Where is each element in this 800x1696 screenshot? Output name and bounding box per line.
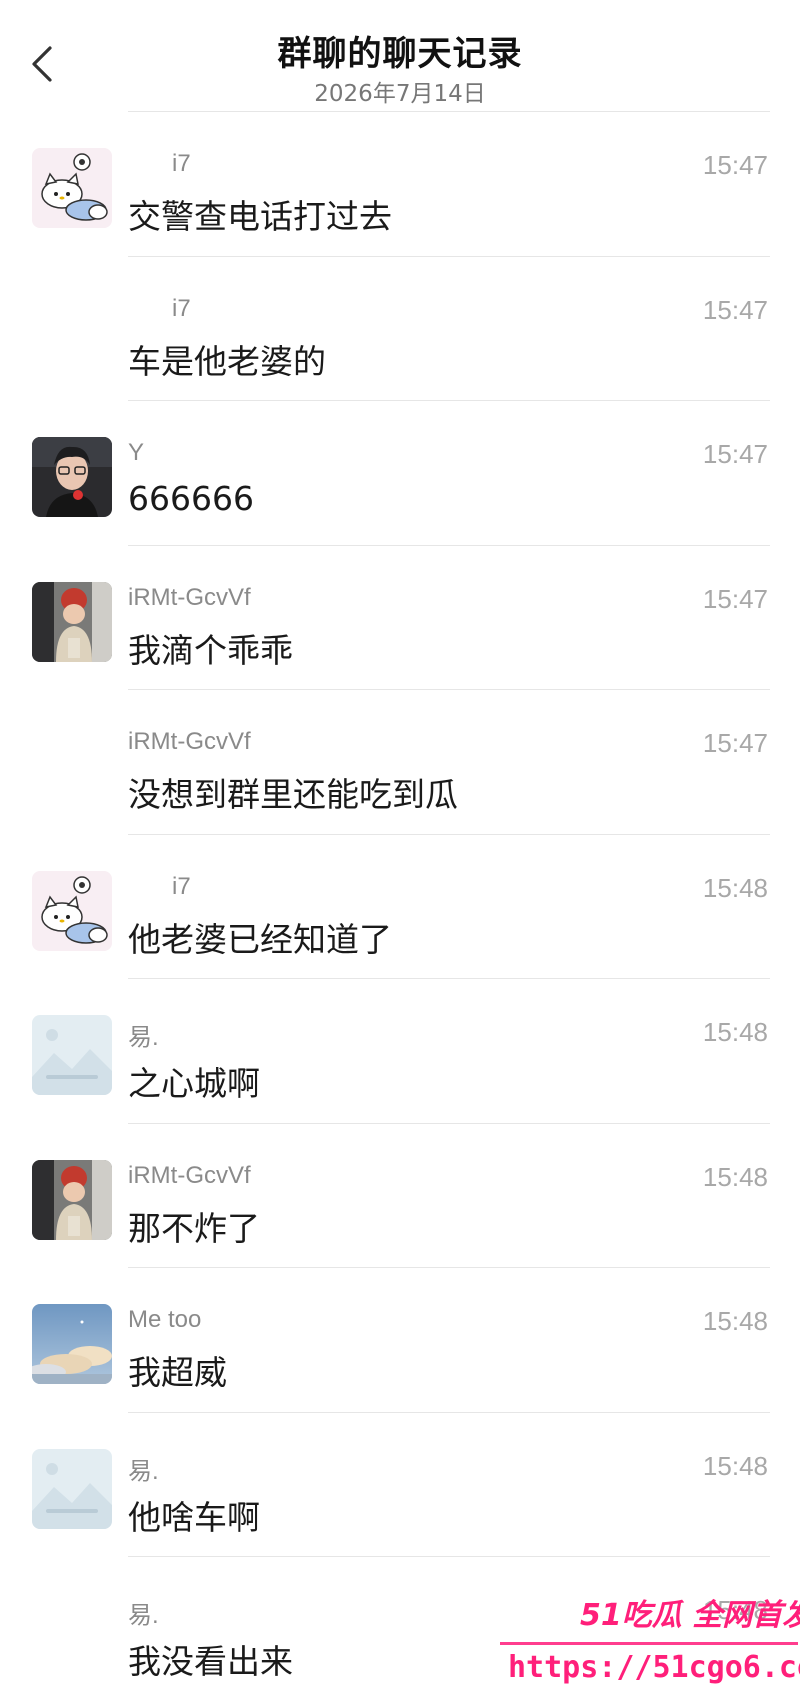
- message-text: 他啥车啊: [128, 1497, 260, 1537]
- message-row[interactable]: 易. 15:48 我没看出来: [0, 1557, 800, 1696]
- message-time: 15:47: [702, 150, 768, 180]
- message-text: 他老婆已经知道了: [128, 919, 392, 959]
- message-text: 没想到群里还能吃到瓜: [128, 775, 458, 814]
- sender-name: Y: [128, 439, 145, 466]
- sender-name: 易.: [128, 1457, 159, 1485]
- sender-name: iRMt-GcvVf: [128, 1161, 251, 1189]
- message-text: 我超威: [128, 1353, 227, 1392]
- avatar-child-red-hat[interactable]: [32, 1159, 112, 1240]
- sender-name: iRMt-GcvVf: [128, 583, 251, 611]
- message-text: 我没看出来: [128, 1642, 293, 1681]
- message-time: 15:48: [702, 1450, 768, 1481]
- page-title: 群聊的聊天记录: [277, 34, 523, 74]
- message-row[interactable]: iRMt-GcvVf 15:47 没想到群里还能吃到瓜: [0, 690, 800, 835]
- message-row[interactable]: Y 15:47 666666: [0, 401, 800, 546]
- message-time: 15:48: [702, 1161, 768, 1192]
- sender-name: i7: [172, 150, 191, 177]
- avatar-sky-clouds[interactable]: [32, 1304, 112, 1384]
- avatar-hello-kitty[interactable]: [32, 870, 112, 951]
- message-text: 之心城啊: [128, 1064, 260, 1103]
- message-row[interactable]: i7 15:47 交警查电话打过去: [0, 112, 800, 257]
- message-row[interactable]: 易. 15:48 之心城啊: [0, 979, 800, 1124]
- message-list[interactable]: i7 15:47 交警查电话打过去 i7 15:47 车是他老婆的 Y 15:4…: [0, 112, 800, 1696]
- sender-name: iRMt-GcvVf: [128, 728, 251, 755]
- message-text: 我滴个乖乖: [128, 630, 293, 670]
- message-text: 那不炸了: [128, 1208, 260, 1248]
- sender-name: Me too: [128, 1306, 202, 1333]
- message-text: 车是他老婆的: [128, 341, 326, 381]
- message-text: 交警查电话打过去: [128, 197, 392, 236]
- sender-name: i7: [172, 872, 191, 900]
- message-row[interactable]: i7 15:47 车是他老婆的: [0, 257, 800, 401]
- message-time: 15:48: [702, 1306, 768, 1336]
- message-text: 666666: [128, 479, 254, 518]
- message-time: 15:48: [702, 1595, 768, 1625]
- message-time: 15:48: [702, 1017, 768, 1047]
- message-row[interactable]: iRMt-GcvVf 15:47 我滴个乖乖: [0, 546, 800, 690]
- message-row[interactable]: Me too 15:48 我超威: [0, 1268, 800, 1413]
- chat-history-page: 群聊的聊天记录 2026年7月14日 i7 15:47 交警查电话打过去 i7 …: [0, 0, 800, 1696]
- message-time: 15:47: [702, 439, 768, 469]
- message-time: 15:47: [702, 294, 768, 325]
- sender-name: 易.: [128, 1602, 159, 1629]
- sender-name: 易.: [128, 1024, 159, 1051]
- avatar-image-placeholder[interactable]: [32, 1448, 112, 1529]
- page-date: 2026年7月14日: [314, 81, 486, 107]
- header: 群聊的聊天记录 2026年7月14日: [0, 0, 800, 112]
- avatar-boy-photo[interactable]: [32, 437, 112, 517]
- message-time: 15:47: [702, 583, 768, 614]
- sender-name: i7: [172, 294, 191, 322]
- message-time: 15:47: [702, 728, 768, 758]
- avatar-child-red-hat[interactable]: [32, 581, 112, 662]
- message-row[interactable]: 易. 15:48 他啥车啊: [0, 1413, 800, 1557]
- avatar-hello-kitty[interactable]: [32, 148, 112, 228]
- message-row[interactable]: iRMt-GcvVf 15:48 那不炸了: [0, 1124, 800, 1268]
- message-time: 15:48: [702, 872, 768, 903]
- message-row[interactable]: i7 15:48 他老婆已经知道了: [0, 835, 800, 979]
- avatar-image-placeholder[interactable]: [32, 1015, 112, 1095]
